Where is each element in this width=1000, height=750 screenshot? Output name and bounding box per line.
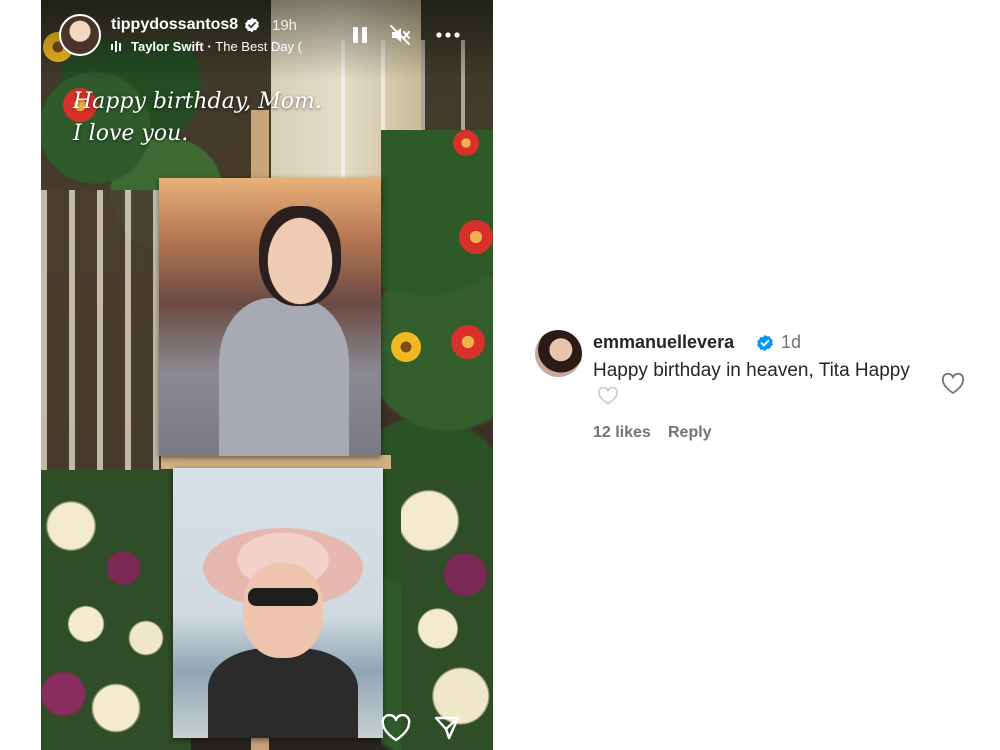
- music-separator: ·: [203, 39, 216, 54]
- story-viewer[interactable]: tippydossantos8 19h Taylor Swift · The B…: [41, 0, 493, 750]
- verified-badge-icon: [757, 334, 773, 352]
- portrait-photo-top: [159, 178, 381, 456]
- inline-heart-icon: [598, 387, 618, 405]
- story-header: tippydossantos8 19h Taylor Swift · The B…: [59, 14, 479, 58]
- like-heart-icon[interactable]: [941, 373, 965, 395]
- red-flower: [453, 130, 479, 156]
- comment-text: Happy birthday in heaven, Tita Happy: [593, 358, 913, 410]
- red-flower: [459, 220, 493, 254]
- photo-figure: [219, 298, 349, 456]
- comment-username[interactable]: emmanuellevera: [593, 332, 734, 353]
- story-caption: Happy birthday, Mom. I love you.: [73, 86, 322, 150]
- story-username[interactable]: tippydossantos8: [111, 16, 238, 34]
- music-bars-icon: [111, 41, 121, 52]
- background-flowers: [401, 480, 493, 750]
- comment-body: Happy birthday in heaven, Tita Happy: [593, 360, 910, 381]
- portrait-photo-bottom: [173, 468, 383, 738]
- comment-time: 1d: [781, 332, 802, 352]
- caption-line: I love you.: [73, 121, 189, 146]
- caption-line: Happy birthday, Mom.: [73, 89, 322, 114]
- music-song: The Best Day (: [215, 39, 302, 54]
- verified-badge-icon: [245, 17, 259, 33]
- comment: emmanuellevera 1d Happy birthday in heav…: [535, 330, 975, 450]
- avatar[interactable]: [59, 14, 101, 56]
- story-time: 19h: [272, 17, 298, 34]
- photo-face: [243, 563, 323, 658]
- page: tippydossantos8 19h Taylor Swift · The B…: [0, 0, 1000, 750]
- reply-button[interactable]: Reply: [668, 424, 712, 442]
- yellow-flower: [391, 332, 421, 362]
- music-artist: Taylor Swift: [131, 39, 204, 54]
- send-icon[interactable]: [433, 714, 461, 742]
- mute-icon[interactable]: [389, 24, 411, 46]
- background-flowers: [41, 470, 191, 750]
- heart-icon[interactable]: [381, 714, 411, 742]
- comment-likes[interactable]: 12 likes: [593, 424, 651, 442]
- easel-bar: [161, 455, 391, 469]
- photo-face: [259, 206, 341, 306]
- more-icon[interactable]: [434, 24, 462, 46]
- avatar[interactable]: [535, 330, 582, 377]
- pause-icon[interactable]: [349, 24, 371, 46]
- photo-figure: [208, 648, 358, 738]
- music-label[interactable]: Taylor Swift · The Best Day (: [131, 39, 331, 54]
- photo-sunglasses: [248, 588, 318, 606]
- red-flower: [451, 325, 485, 359]
